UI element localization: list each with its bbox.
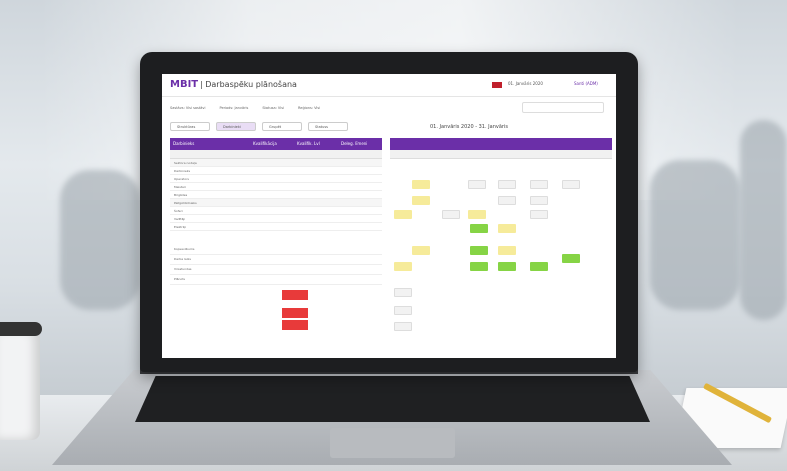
shift-cell[interactable] (470, 224, 488, 233)
column-header: Darbinieks (173, 141, 195, 146)
filter-item[interactable]: Statusa: Visi (262, 106, 284, 110)
summary-row: Kopsavilkums (170, 245, 382, 255)
shift-cell[interactable] (562, 180, 580, 189)
schedule-grid (390, 138, 612, 346)
table-row[interactable]: Sektora nodaļa (170, 159, 382, 167)
summary-row: Plānots (170, 275, 382, 285)
background-chair-left (60, 170, 140, 310)
shift-cell[interactable] (468, 210, 486, 219)
shift-cell[interactable] (530, 180, 548, 189)
laptop-screen: MBIT | Darbaspēku plānošana 01. Janvāris… (162, 74, 616, 358)
toolbar-dropdown[interactable]: Grupēt (262, 122, 302, 131)
toolbar-dropdown[interactable]: Struktūras (170, 122, 210, 131)
employee-panel-header: Darbinieks Kvalifikācija Kvalifik. Lvl D… (170, 138, 382, 150)
shift-cell[interactable] (394, 306, 412, 315)
column-header: Kvalifik. Lvl (297, 141, 320, 146)
background-chair-right (650, 160, 740, 310)
shift-cell[interactable] (498, 196, 516, 205)
laptop-keyboard (135, 376, 650, 422)
table-row[interactable]: Operators (170, 175, 382, 183)
filter-item[interactable]: Periods: Janvāris (219, 106, 248, 110)
app-title: | Darbaspēku plānošana (200, 80, 297, 89)
header-date: 01. Janvāris 2020 (508, 81, 543, 86)
table-row[interactable]: Šoferi (170, 207, 382, 215)
column-header: Deleg. līmeni (341, 141, 368, 146)
shift-cell[interactable] (470, 262, 488, 271)
app-logo: MBIT (170, 79, 199, 90)
table-row[interactable]: Brigādes (170, 191, 382, 199)
filter-item[interactable]: Reģions: Visi (298, 106, 320, 110)
shift-cell[interactable] (498, 180, 516, 189)
toolbar-dropdown[interactable]: Darbinieki (216, 122, 256, 131)
shift-cell[interactable] (498, 246, 516, 255)
shift-cell[interactable] (498, 224, 516, 233)
shift-cell[interactable] (530, 210, 548, 219)
table-row[interactable]: Elektriķi (170, 223, 382, 231)
flag-icon[interactable] (492, 82, 502, 88)
schedule-subheader (390, 150, 612, 159)
shift-cell[interactable] (394, 262, 412, 271)
coffee-mug (0, 330, 40, 440)
table-row[interactable]: Darbinieks (170, 167, 382, 175)
user-menu[interactable]: Santi (ADM) (574, 81, 598, 86)
coffee-mug-rim (0, 322, 42, 336)
alert-cell (282, 290, 308, 300)
sub-header (170, 150, 382, 159)
background-chair-far-right (740, 120, 787, 320)
filter-item[interactable]: Sastāvs: Visi sastāvi (170, 106, 205, 110)
toolbar-dropdown[interactable]: Statuss (308, 122, 348, 131)
column-header: Kvalifikācija (253, 141, 277, 146)
shift-cell[interactable] (394, 210, 412, 219)
shift-cell[interactable] (530, 262, 548, 271)
shift-cell[interactable] (470, 246, 488, 255)
filters-bar: Sastāvs: Visi sastāvi Periods: Janvāris … (170, 106, 320, 110)
search-input[interactable] (522, 102, 604, 113)
alert-cell (282, 320, 308, 330)
shift-cell[interactable] (412, 196, 430, 205)
shift-cell[interactable] (412, 180, 430, 189)
shift-cell[interactable] (562, 254, 580, 263)
schedule-header (390, 138, 612, 150)
shift-cell[interactable] (442, 210, 460, 219)
app-header: MBIT | Darbaspēku plānošana 01. Janvāris… (162, 74, 616, 97)
date-range-label: 01. Janvāris 2020 - 31. Janvāris (430, 124, 508, 130)
shift-cell[interactable] (468, 180, 486, 189)
summary-row: Darba laiks (170, 255, 382, 265)
toolbar: Struktūras Darbinieki Grupēt Statuss (170, 122, 348, 131)
shift-cell[interactable] (412, 246, 430, 255)
table-row[interactable]: Vadītāji (170, 215, 382, 223)
shift-cell[interactable] (394, 288, 412, 297)
table-row[interactable]: Palīgstrādnieks (170, 199, 382, 207)
shift-cell[interactable] (394, 322, 412, 331)
alert-cell (282, 308, 308, 318)
summary-row: Virsstundas (170, 265, 382, 275)
laptop-touchpad (330, 428, 455, 458)
table-row[interactable]: Meistari (170, 183, 382, 191)
shift-cell[interactable] (498, 262, 516, 271)
shift-cell[interactable] (530, 196, 548, 205)
employee-panel: Darbinieks Kvalifikācija Kvalifik. Lvl D… (170, 138, 382, 346)
